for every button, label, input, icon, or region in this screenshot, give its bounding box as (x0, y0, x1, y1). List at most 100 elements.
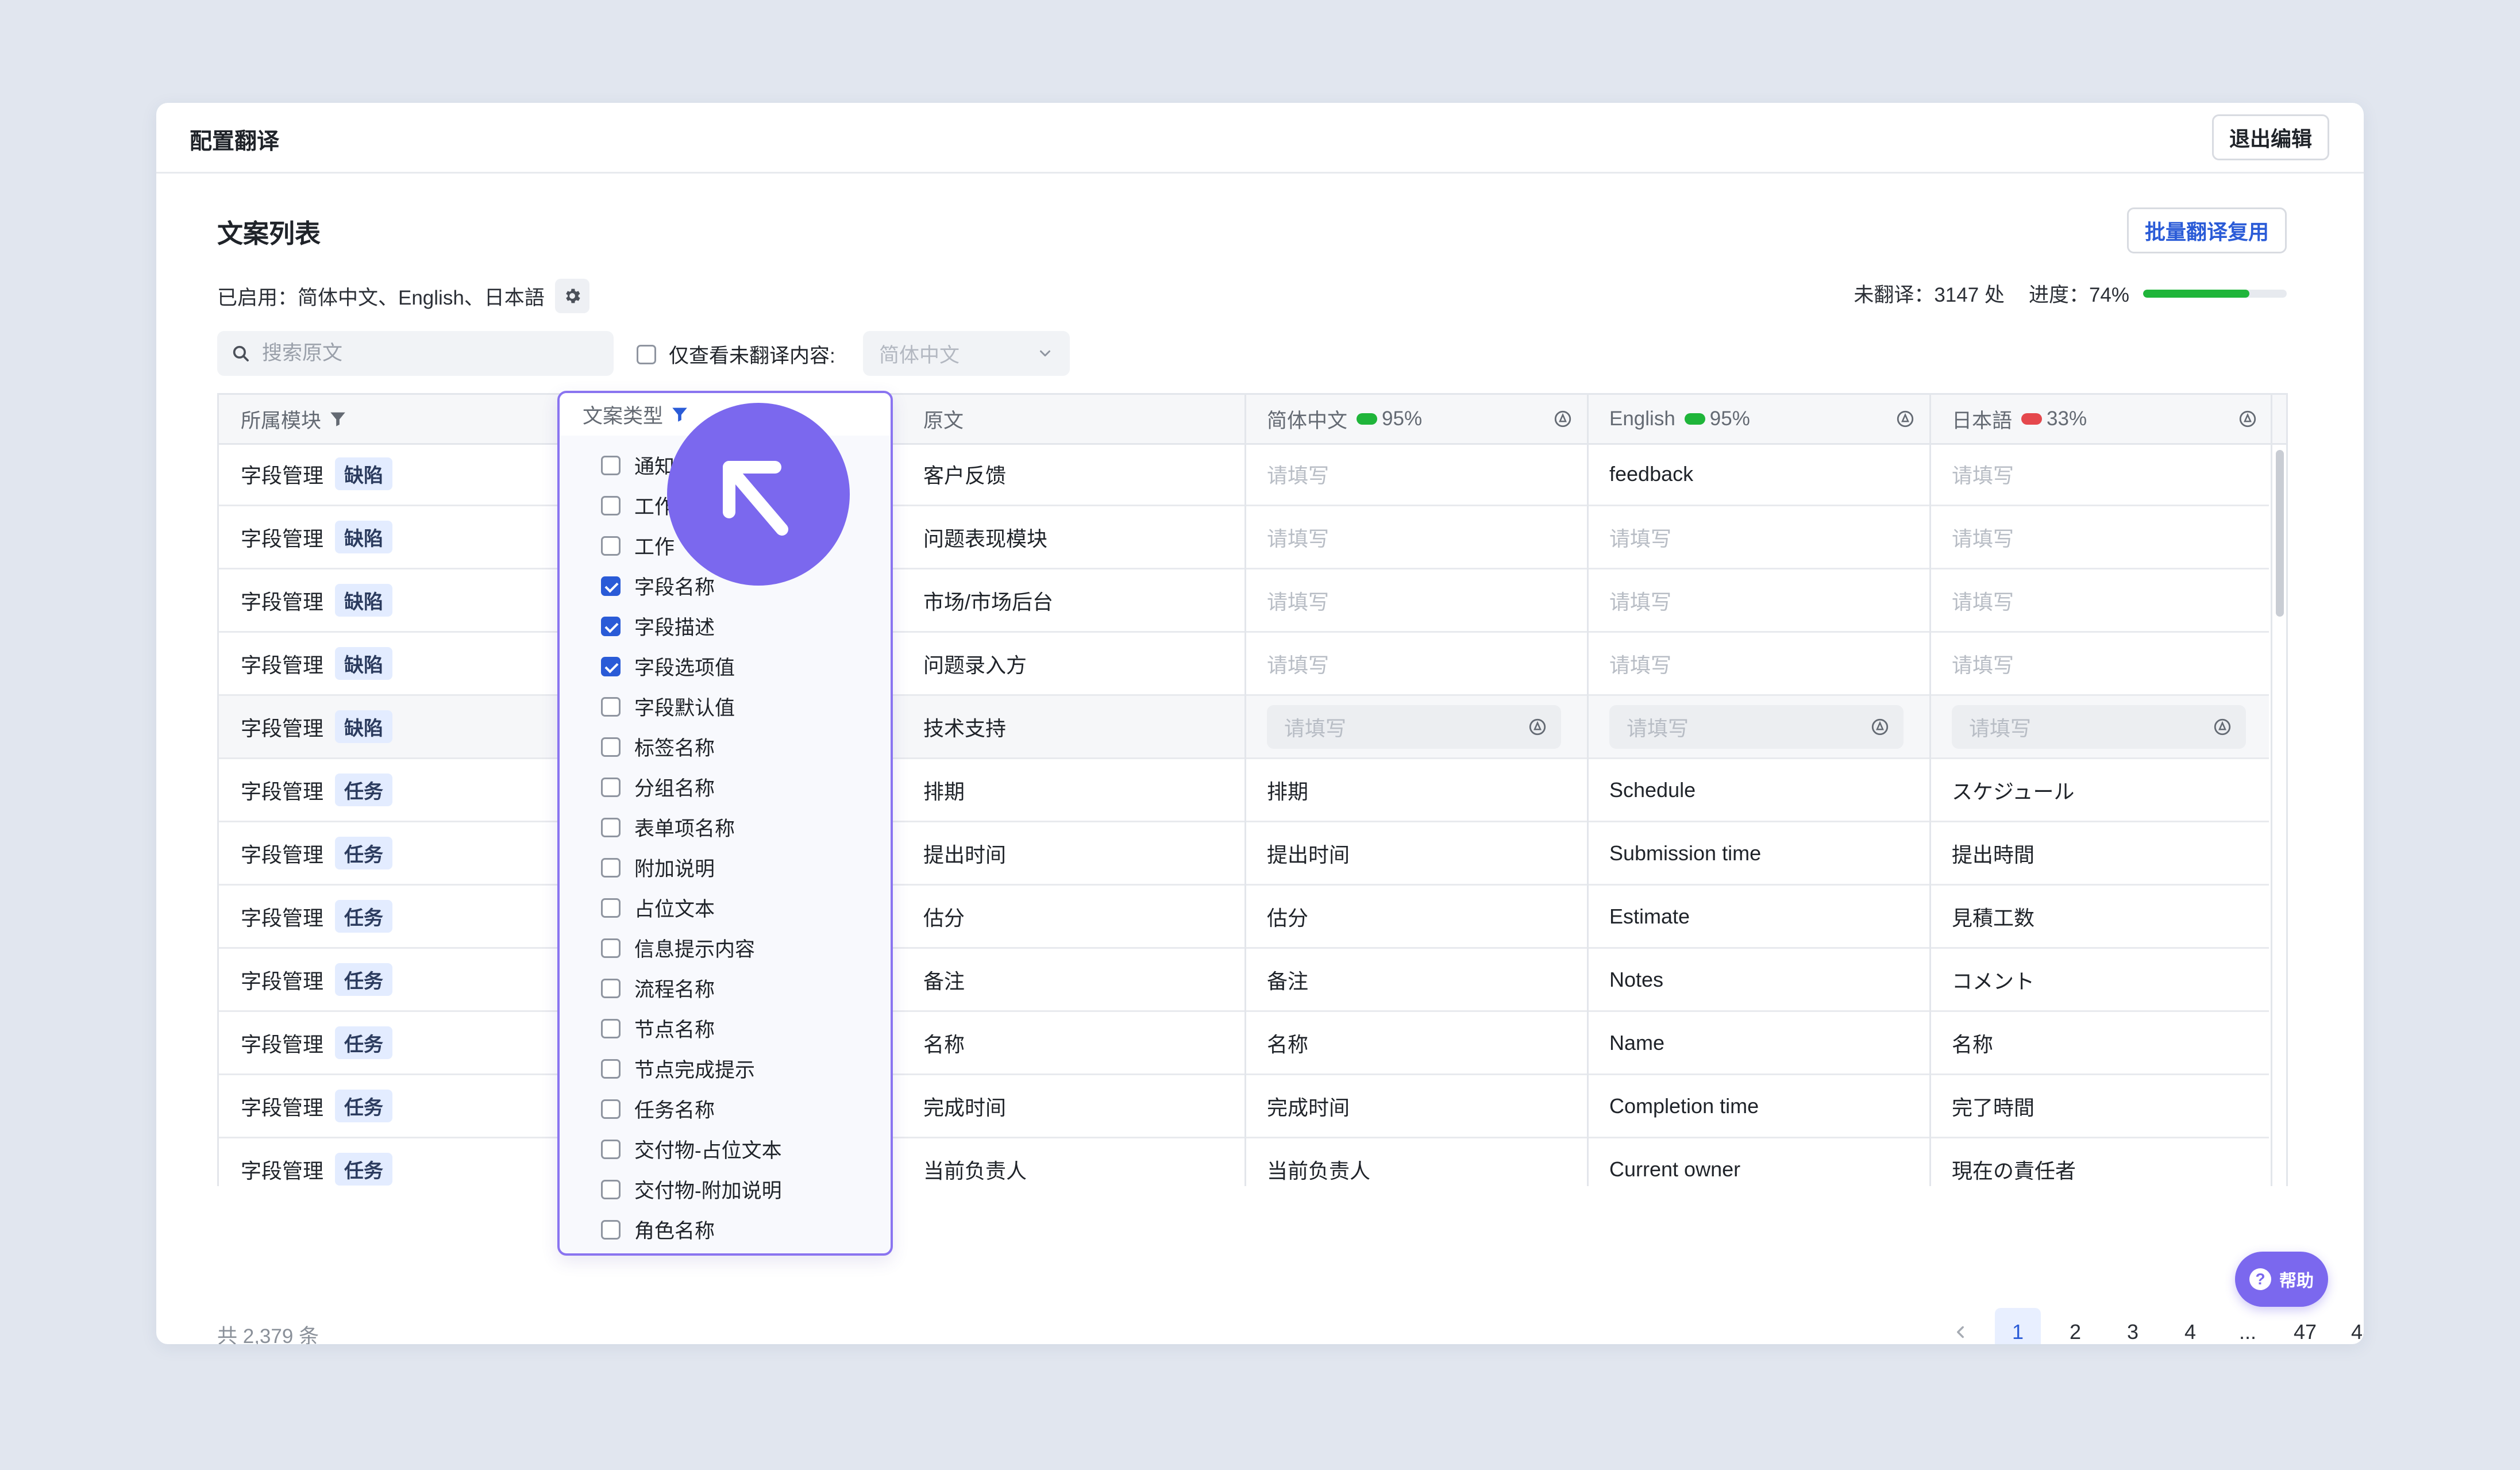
type-filter-checkbox[interactable] (601, 817, 621, 837)
ai-translate-icon[interactable] (1553, 409, 1573, 429)
table-row[interactable]: 字段管理 缺陷 客户反馈 请填写 feedback 请填写 (219, 443, 2269, 506)
help-button[interactable]: ? 帮助 (2235, 1252, 2328, 1307)
translation-cell-en[interactable]: 请填写 (1587, 633, 1930, 694)
table-row[interactable]: 字段管理 任务 名称 名称 Name 名称 (219, 1012, 2269, 1075)
type-filter-option[interactable]: 字段选项值 (601, 652, 735, 681)
type-filter-option[interactable]: 通知 (601, 451, 675, 480)
type-filter-checkbox[interactable] (601, 978, 621, 998)
translation-input-ja[interactable]: 请填写 (1952, 705, 2246, 749)
translation-cell-ja[interactable]: 見積工数 (1930, 886, 2272, 947)
translation-cell-zh[interactable]: 请填写 (1245, 569, 1587, 631)
translation-cell-ja[interactable]: 请填写 (1930, 443, 2272, 505)
type-filter-checkbox[interactable] (601, 1219, 621, 1240)
type-filter-option[interactable]: 表单项名称 (601, 813, 735, 842)
translation-cell-en[interactable]: Completion time (1587, 1075, 1930, 1137)
table-scrollbar[interactable] (2276, 450, 2284, 617)
table-row[interactable]: 字段管理 缺陷 问题表现模块 请填写 请填写 请填写 (219, 506, 2269, 569)
table-row[interactable]: 字段管理 缺陷 技术支持 请填写 请填写 请填写 (219, 696, 2269, 759)
type-filter-option[interactable]: 分组名称 (601, 772, 715, 802)
table-row[interactable]: 字段管理 任务 估分 估分 Estimate 見積工数 (219, 886, 2269, 949)
search-box[interactable] (217, 331, 614, 376)
translation-cell-en[interactable]: 请填写 (1587, 506, 1930, 568)
translation-input-zh[interactable]: 请填写 (1267, 705, 1561, 749)
translation-cell-zh[interactable]: 请填写 (1245, 506, 1587, 568)
type-filter-option[interactable]: 节点名称 (601, 1014, 715, 1043)
translation-cell-ja[interactable]: 请填写 (1930, 569, 2272, 631)
translation-cell-en[interactable]: Current owner (1587, 1138, 1930, 1186)
type-filter-option[interactable]: 占位文本 (601, 893, 715, 922)
translation-cell-en[interactable]: Schedule (1587, 759, 1930, 821)
type-filter-option[interactable]: 字段默认值 (601, 692, 735, 721)
translation-cell-zh[interactable]: 估分 (1245, 886, 1587, 947)
prev-page-button[interactable] (1937, 1308, 1983, 1344)
table-row[interactable]: 字段管理 任务 排期 排期 Schedule スケジュール (219, 759, 2269, 822)
type-filter-checkbox[interactable] (601, 777, 621, 797)
type-filter-option[interactable]: 交付物-附加说明 (601, 1175, 782, 1204)
translation-cell-ja[interactable]: 请填写 (1930, 506, 2272, 568)
type-filter-option[interactable]: 交付物-占位文本 (601, 1134, 782, 1164)
type-filter-option[interactable]: 信息提示内容 (601, 933, 755, 963)
type-filter-checkbox[interactable] (601, 656, 621, 676)
type-filter-option[interactable]: 任务名称 (601, 1094, 715, 1123)
language-select[interactable]: 简体中文 (863, 331, 1070, 376)
translation-cell-zh[interactable]: 请填写 (1245, 696, 1587, 757)
translation-cell-zh[interactable]: 完成时间 (1245, 1075, 1587, 1137)
translation-cell-zh[interactable]: 请填写 (1245, 443, 1587, 505)
type-filter-checkbox[interactable] (601, 616, 621, 636)
type-filter-checkbox[interactable] (601, 898, 621, 918)
translation-cell-ja[interactable]: 名称 (1930, 1012, 2272, 1073)
type-filter-option[interactable]: 标签名称 (601, 732, 715, 761)
translation-cell-ja[interactable]: 現在の責任者 (1930, 1138, 2272, 1186)
type-filter-option[interactable]: 流程名称 (601, 973, 715, 1003)
type-filter-option[interactable]: 工作 (601, 531, 675, 560)
translation-input-en[interactable]: 请填写 (1609, 705, 1904, 749)
table-row[interactable]: 字段管理 任务 当前负责人 当前负责人 Current owner 現在の責任者 (219, 1138, 2269, 1186)
translation-cell-ja[interactable]: 提出時間 (1930, 822, 2272, 884)
page-button[interactable]: 3 (2110, 1308, 2156, 1344)
table-row[interactable]: 字段管理 任务 完成时间 完成时间 Completion time 完了時間 (219, 1075, 2269, 1138)
type-filter-checkbox[interactable] (601, 1139, 621, 1159)
ai-translate-icon[interactable] (2213, 717, 2232, 737)
translation-cell-zh[interactable]: 当前负责人 (1245, 1138, 1587, 1186)
translation-cell-ja[interactable]: 请填写 (1930, 696, 2272, 757)
type-filter-option[interactable]: 工作 (601, 491, 675, 520)
untranslated-only-filter[interactable]: 仅查看未翻译内容: (637, 340, 835, 369)
translation-cell-en[interactable]: 请填写 (1587, 696, 1930, 757)
table-row[interactable]: 字段管理 任务 提出时间 提出时间 Submission time 提出時間 (219, 822, 2269, 886)
translation-cell-ja[interactable]: 请填写 (1930, 633, 2272, 694)
type-filter-checkbox[interactable] (601, 857, 621, 878)
translation-cell-zh[interactable]: 备注 (1245, 949, 1587, 1010)
batch-translate-button[interactable]: 批量翻译复用 (2127, 207, 2287, 253)
translation-cell-en[interactable]: Estimate (1587, 886, 1930, 947)
ai-translate-icon[interactable] (1528, 717, 1547, 737)
page-button[interactable]: 47 (2282, 1308, 2328, 1344)
translation-cell-en[interactable]: 请填写 (1587, 569, 1930, 631)
page-button[interactable]: 4 (2167, 1308, 2213, 1344)
translation-cell-ja[interactable]: コメント (1930, 949, 2272, 1010)
translation-cell-zh[interactable]: 名称 (1245, 1012, 1587, 1073)
translation-cell-ja[interactable]: スケジュール (1930, 759, 2272, 821)
translation-cell-en[interactable]: feedback (1587, 443, 1930, 505)
type-filter-checkbox[interactable] (601, 495, 621, 515)
type-filter-option[interactable]: 字段描述 (601, 611, 715, 641)
ai-translate-icon[interactable] (2238, 409, 2257, 429)
type-filter-checkbox[interactable] (601, 938, 621, 958)
type-filter-checkbox[interactable] (601, 536, 621, 556)
ai-translate-icon[interactable] (1895, 409, 1915, 429)
table-row[interactable]: 字段管理 缺陷 市场/市场后台 请填写 请填写 请填写 (219, 569, 2269, 633)
translation-cell-zh[interactable]: 提出时间 (1245, 822, 1587, 884)
translation-cell-en[interactable]: Name (1587, 1012, 1930, 1073)
type-filter-checkbox[interactable] (601, 1099, 621, 1119)
type-filter-checkbox[interactable] (601, 576, 621, 596)
type-filter-checkbox[interactable] (601, 1018, 621, 1038)
page-button[interactable]: 48 (2340, 1308, 2364, 1344)
table-row[interactable]: 字段管理 任务 备注 备注 Notes コメント (219, 949, 2269, 1012)
type-filter-checkbox[interactable] (601, 455, 621, 475)
translation-cell-zh[interactable]: 请填写 (1245, 633, 1587, 694)
translation-cell-ja[interactable]: 完了時間 (1930, 1075, 2272, 1137)
untranslated-only-checkbox[interactable] (637, 344, 656, 364)
translation-cell-en[interactable]: Notes (1587, 949, 1930, 1010)
language-settings-button[interactable] (554, 279, 589, 313)
type-filter-checkbox[interactable] (601, 696, 621, 717)
ai-translate-icon[interactable] (1870, 717, 1890, 737)
